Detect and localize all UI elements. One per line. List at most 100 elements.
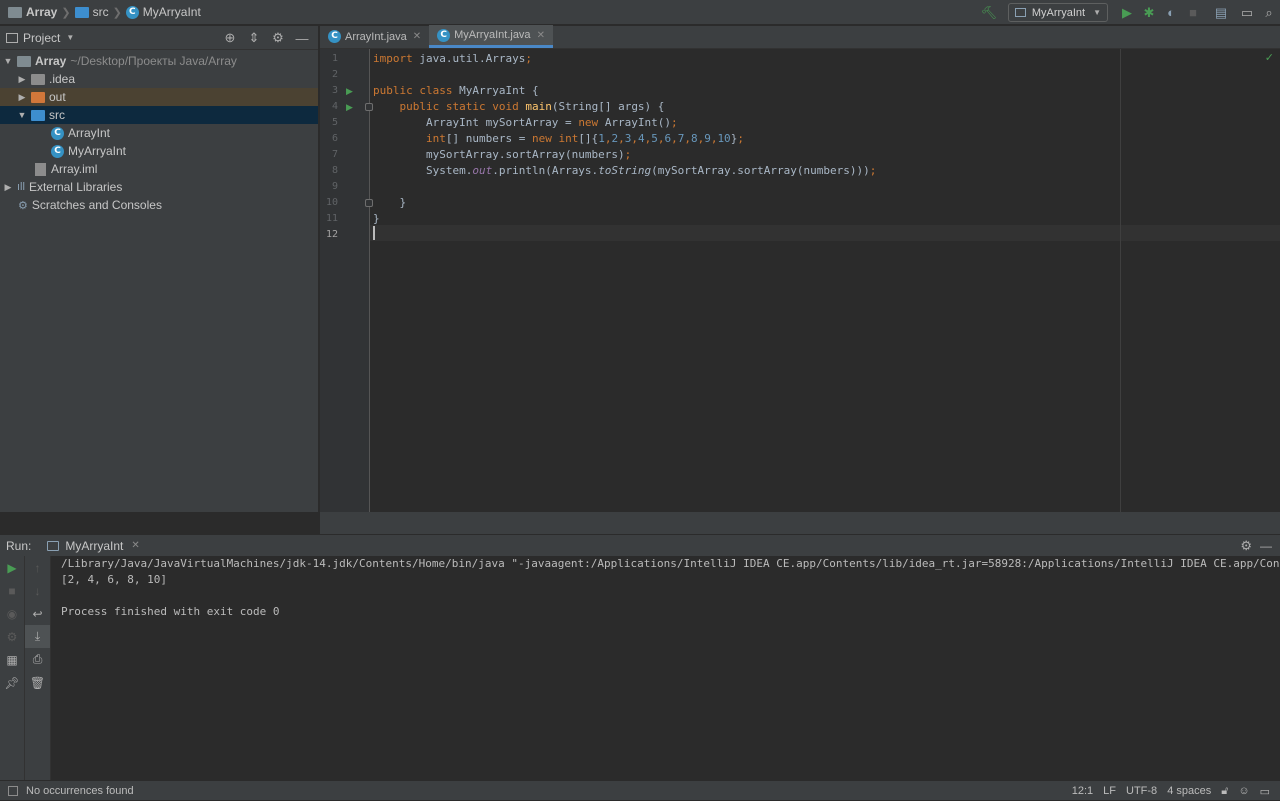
cursor-position[interactable]: 12:1 — [1072, 785, 1093, 797]
rerun-icon[interactable]: ▶ — [0, 556, 24, 579]
libraries-icon: ıll — [17, 181, 25, 193]
tree-item-label: out — [49, 90, 66, 104]
stop-icon[interactable]: ■ — [0, 579, 24, 602]
current-line-highlight — [370, 225, 1280, 241]
soft-wrap-icon[interactable]: ↩ — [25, 602, 50, 625]
close-icon[interactable]: ✕ — [413, 31, 421, 42]
status-panel-icon[interactable] — [8, 785, 18, 796]
arrow-up-icon[interactable]: ↑ — [25, 556, 50, 579]
line-number: 11 — [325, 213, 338, 224]
coverage-icon[interactable]: ◐ — [1160, 2, 1182, 24]
gear-icon[interactable]: ⚙ — [1240, 538, 1252, 554]
locate-target-icon[interactable]: ⊕ — [218, 30, 242, 46]
tree-item-idea[interactable]: ▶ .idea — [0, 70, 318, 88]
code-line: mySortArray.sortArray(numbers); — [373, 148, 632, 161]
navigation-bar: Array ❯ src ❯ C MyArryaInt 🔨︎ MyArryaInt… — [0, 0, 1280, 25]
run-configuration-select[interactable]: MyArryaInt ▼ — [1007, 3, 1108, 22]
class-icon: C — [51, 144, 64, 158]
editor-tab-bar: C ArrayInt.java ✕ C MyArryaInt.java ✕ — [320, 25, 1280, 49]
project-panel-title[interactable]: Project — [23, 31, 60, 45]
code-line: public class MyArryaInt { — [373, 84, 539, 97]
class-icon: C — [328, 30, 341, 43]
run-icon[interactable]: ▶ — [1116, 2, 1138, 24]
event-log-icon[interactable]: ▭ — [1260, 785, 1270, 798]
module-folder-icon — [17, 55, 31, 67]
code-line: public static void main(String[] args) { — [399, 100, 665, 113]
tree-item-myarryaint[interactable]: C MyArryaInt — [0, 142, 318, 160]
tab-arrayint-java[interactable]: C ArrayInt.java ✕ — [320, 25, 429, 48]
run-gutter-icon[interactable]: ▶ — [346, 83, 353, 99]
fold-icon[interactable] — [365, 103, 373, 111]
tree-item-path: ~/Desktop/Проекты Java/Array — [70, 54, 237, 68]
minimize-icon[interactable]: — — [290, 31, 314, 46]
expand-arrow-icon[interactable]: ▶ — [16, 92, 28, 103]
settings-icon[interactable]: ⚙ — [0, 625, 24, 648]
project-panel-header: Project ▼ ⊕ ⇕ ⚙ — — [0, 26, 318, 50]
code-line: import java.util.Arrays; — [373, 52, 532, 65]
close-icon[interactable]: ✕ — [537, 30, 545, 41]
fold-icon[interactable] — [365, 199, 373, 207]
expand-arrow-icon[interactable]: ▼ — [16, 110, 28, 120]
editor-gutter: 1 2 3 4 5 6 7 8 9 10 11 12 ▶ ▶ — [320, 49, 373, 512]
tab-label: MyArryaInt.java — [454, 29, 531, 41]
search-icon[interactable]: ⌕ — [1258, 2, 1280, 24]
tree-item-label: External Libraries — [28, 180, 123, 194]
console-output[interactable]: /Library/Java/JavaVirtualMachines/jdk-14… — [61, 556, 1280, 620]
project-structure-icon[interactable]: ▤ — [1210, 2, 1232, 24]
inspector-icon[interactable]: ☺ — [1238, 785, 1249, 797]
expand-arrow-icon[interactable]: ▶ — [2, 182, 14, 193]
gear-icon[interactable]: ⚙ — [266, 30, 290, 46]
class-icon: C — [437, 28, 451, 42]
minimize-icon[interactable]: — — [1260, 539, 1272, 553]
close-icon[interactable]: ✕ — [131, 540, 139, 551]
status-message: No occurrences found — [26, 784, 134, 797]
tree-item-array[interactable]: ▼ Array ~/Desktop/Проекты Java/Array — [0, 52, 318, 70]
breadcrumb-project[interactable]: Array — [26, 5, 57, 19]
debug-bug-icon[interactable]: ✱ — [1138, 2, 1160, 24]
expand-arrow-icon[interactable]: ▶ — [16, 74, 28, 85]
tab-myarryaint-java[interactable]: C MyArryaInt.java ✕ — [429, 25, 553, 48]
print-icon[interactable]: ⎙ — [25, 648, 50, 671]
indent-setting[interactable]: 4 spaces — [1167, 785, 1211, 797]
build-hammer-icon[interactable]: 🔨︎ — [978, 2, 1000, 24]
tree-item-arrayint[interactable]: C ArrayInt — [0, 124, 318, 142]
code-editor[interactable]: 1 2 3 4 5 6 7 8 9 10 11 12 ▶ ▶ import ja… — [320, 49, 1280, 512]
excluded-folder-icon — [31, 91, 45, 103]
run-config-icon — [1014, 8, 1026, 17]
tree-item-array-iml[interactable]: Array.iml — [0, 160, 318, 178]
main-toolbar: 🔨︎ MyArryaInt ▼ ▶ ✱ ◐ ■ ▤ ▭ ⌕ — [978, 0, 1280, 25]
line-number: 5 — [331, 117, 338, 128]
stop-icon[interactable]: ■ — [1182, 2, 1204, 24]
no-problems-check-icon[interactable]: ✓ — [1265, 51, 1274, 64]
console-line: /Library/Java/JavaVirtualMachines/jdk-14… — [61, 557, 1280, 570]
tree-item-src[interactable]: ▼ src — [0, 106, 318, 124]
line-separator[interactable]: LF — [1103, 785, 1116, 797]
line-number: 12 — [325, 229, 338, 240]
code-line: System.out.println(Arrays.toString(mySor… — [373, 164, 877, 177]
chevron-down-icon[interactable]: ▼ — [66, 33, 74, 42]
layout-icon[interactable]: ▦ — [0, 648, 24, 671]
breadcrumb-file[interactable]: MyArryaInt — [143, 5, 201, 19]
trash-icon[interactable]: 🗑︎ — [25, 671, 50, 694]
scroll-to-end-icon[interactable]: ⤓ — [25, 625, 50, 648]
expand-arrow-icon[interactable]: ▼ — [2, 56, 14, 66]
tree-item-out[interactable]: ▶ out — [0, 88, 318, 106]
source-folder-icon — [74, 6, 89, 18]
collapse-all-icon[interactable]: ⇕ — [242, 30, 266, 46]
scratches-icon: ⚙ — [18, 199, 28, 212]
arrow-down-icon[interactable]: ↓ — [25, 579, 50, 602]
run-tab-myarryaint[interactable]: MyArryaInt ✕ — [47, 539, 140, 553]
run-config-label: MyArryaInt — [1031, 6, 1086, 19]
code-line: } — [373, 212, 380, 225]
line-number: 6 — [331, 133, 338, 144]
breadcrumb-folder[interactable]: src — [93, 5, 109, 19]
tree-item-scratches[interactable]: ⚙ Scratches and Consoles — [0, 196, 318, 214]
pin-icon[interactable]: 📌︎ — [0, 671, 24, 694]
console-actions-toolbar: ↑ ↓ ↩ ⤓ ⎙ 🗑︎ — [25, 556, 51, 780]
run-gutter-icon[interactable]: ▶ — [346, 99, 353, 115]
file-encoding[interactable]: UTF-8 — [1126, 785, 1157, 797]
lock-icon[interactable]: 🔓︎ — [1221, 785, 1228, 798]
terminal-window-icon[interactable]: ▭ — [1236, 2, 1258, 24]
tree-item-external-libraries[interactable]: ▶ ıll External Libraries — [0, 178, 318, 196]
dump-threads-icon[interactable]: ◉ — [0, 602, 24, 625]
